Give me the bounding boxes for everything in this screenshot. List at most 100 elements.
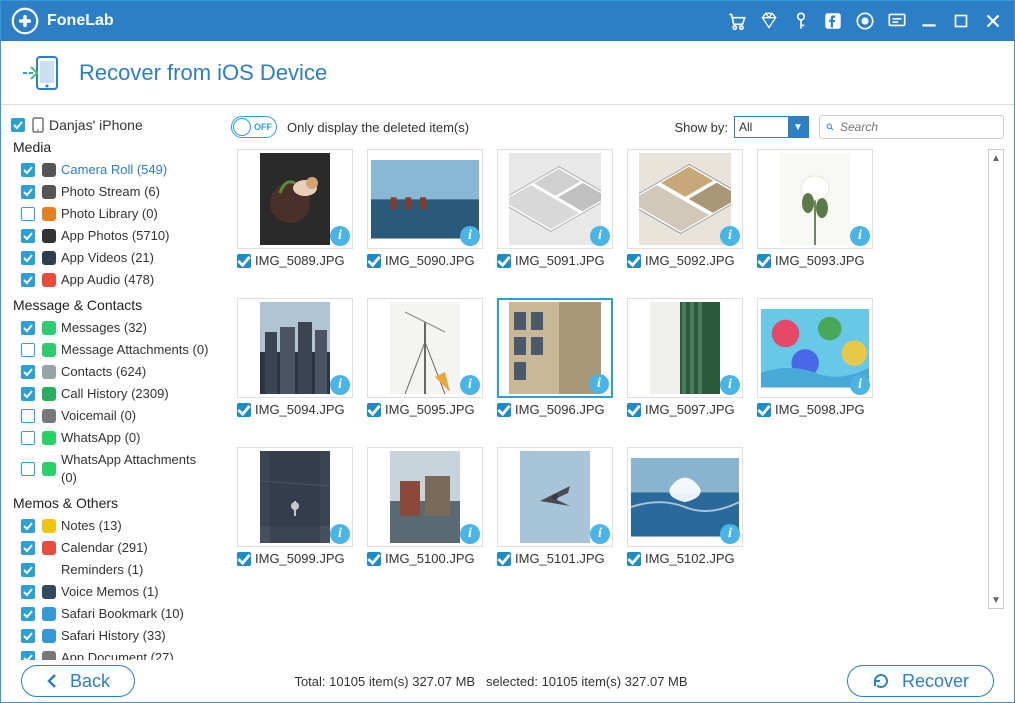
thumbnail-image[interactable]: i xyxy=(237,447,353,547)
category-checkbox[interactable] xyxy=(21,607,35,621)
category-checkbox[interactable] xyxy=(21,431,35,445)
thumb-checkbox[interactable] xyxy=(497,254,511,268)
info-icon[interactable]: i xyxy=(460,524,480,544)
category-checkbox[interactable] xyxy=(21,365,35,379)
thumb-checkbox[interactable] xyxy=(627,254,641,268)
category-item[interactable]: Call History (2309) xyxy=(11,383,211,405)
thumbnail-image[interactable]: i xyxy=(627,149,743,249)
category-checkbox[interactable] xyxy=(21,462,35,476)
category-item[interactable]: Photo Stream (6) xyxy=(11,181,211,203)
thumbnail-item[interactable]: iIMG_5096.JPG xyxy=(497,298,625,417)
thumbnail-image[interactable]: i xyxy=(627,298,743,398)
category-item[interactable]: Voicemail (0) xyxy=(11,405,211,427)
show-by-select[interactable]: All ▼ xyxy=(734,116,809,138)
category-checkbox[interactable] xyxy=(21,563,35,577)
scrollbar[interactable]: ▲ ▼ xyxy=(988,149,1004,609)
cart-icon[interactable] xyxy=(726,10,748,32)
info-icon[interactable]: i xyxy=(589,374,609,394)
category-checkbox[interactable] xyxy=(21,163,35,177)
info-icon[interactable]: i xyxy=(850,226,870,246)
category-item[interactable]: App Videos (21) xyxy=(11,247,211,269)
info-icon[interactable]: i xyxy=(590,524,610,544)
scroll-up-icon[interactable]: ▲ xyxy=(989,150,1003,166)
thumb-checkbox[interactable] xyxy=(237,403,251,417)
category-item[interactable]: Calendar (291) xyxy=(11,537,211,559)
thumb-checkbox[interactable] xyxy=(367,552,381,566)
thumbnail-item[interactable]: iIMG_5095.JPG xyxy=(367,298,495,417)
category-item[interactable]: Reminders (1) xyxy=(11,559,211,581)
thumb-checkbox[interactable] xyxy=(497,403,511,417)
category-checkbox[interactable] xyxy=(21,629,35,643)
info-icon[interactable]: i xyxy=(330,375,350,395)
category-checkbox[interactable] xyxy=(21,387,35,401)
search-input[interactable] xyxy=(840,120,997,134)
info-icon[interactable]: i xyxy=(720,375,740,395)
minimize-icon[interactable] xyxy=(918,10,940,32)
thumb-checkbox[interactable] xyxy=(367,254,381,268)
category-checkbox[interactable] xyxy=(21,343,35,357)
thumb-checkbox[interactable] xyxy=(497,552,511,566)
category-item[interactable]: Notes (13) xyxy=(11,515,211,537)
thumb-checkbox[interactable] xyxy=(757,254,771,268)
thumbnail-item[interactable]: iIMG_5092.JPG xyxy=(627,149,755,268)
scroll-down-icon[interactable]: ▼ xyxy=(989,592,1003,608)
category-item[interactable]: Voice Memos (1) xyxy=(11,581,211,603)
recover-button[interactable]: Recover xyxy=(847,665,994,697)
thumbnail-item[interactable]: iIMG_5089.JPG xyxy=(237,149,365,268)
thumbnail-item[interactable]: iIMG_5097.JPG xyxy=(627,298,755,417)
search-box[interactable] xyxy=(819,115,1004,139)
diamond-icon[interactable] xyxy=(758,10,780,32)
thumbnail-image[interactable]: i xyxy=(367,149,483,249)
thumb-checkbox[interactable] xyxy=(627,552,641,566)
info-icon[interactable]: i xyxy=(460,226,480,246)
thumbnail-image[interactable]: i xyxy=(497,298,613,398)
feedback-icon[interactable] xyxy=(886,10,908,32)
deleted-toggle[interactable]: OFF xyxy=(231,116,277,138)
category-item[interactable]: Contacts (624) xyxy=(11,361,211,383)
thumb-checkbox[interactable] xyxy=(627,403,641,417)
device-row[interactable]: Danjas' iPhone xyxy=(11,117,211,133)
category-item[interactable]: WhatsApp (0) xyxy=(11,427,211,449)
close-icon[interactable] xyxy=(982,10,1004,32)
category-item[interactable]: App Audio (478) xyxy=(11,269,211,291)
info-icon[interactable]: i xyxy=(330,226,350,246)
category-item[interactable]: Message Attachments (0) xyxy=(11,339,211,361)
category-checkbox[interactable] xyxy=(21,229,35,243)
category-checkbox[interactable] xyxy=(21,519,35,533)
category-checkbox[interactable] xyxy=(21,409,35,423)
maximize-icon[interactable] xyxy=(950,10,972,32)
thumbnail-item[interactable]: iIMG_5099.JPG xyxy=(237,447,365,566)
category-checkbox[interactable] xyxy=(21,273,35,287)
category-checkbox[interactable] xyxy=(21,321,35,335)
thumbnail-image[interactable]: i xyxy=(367,298,483,398)
thumbnail-item[interactable]: iIMG_5100.JPG xyxy=(367,447,495,566)
thumbnail-item[interactable]: iIMG_5091.JPG xyxy=(497,149,625,268)
category-item[interactable]: App Photos (5710) xyxy=(11,225,211,247)
thumb-checkbox[interactable] xyxy=(367,403,381,417)
thumb-checkbox[interactable] xyxy=(237,552,251,566)
category-item[interactable]: Photo Library (0) xyxy=(11,203,211,225)
info-icon[interactable]: i xyxy=(460,375,480,395)
thumbnail-image[interactable]: i xyxy=(237,149,353,249)
category-checkbox[interactable] xyxy=(21,651,35,660)
category-checkbox[interactable] xyxy=(21,251,35,265)
key-icon[interactable] xyxy=(790,10,812,32)
facebook-icon[interactable] xyxy=(822,10,844,32)
info-icon[interactable]: i xyxy=(590,226,610,246)
category-checkbox[interactable] xyxy=(21,585,35,599)
thumbnail-item[interactable]: iIMG_5101.JPG xyxy=(497,447,625,566)
category-item[interactable]: WhatsApp Attachments (0) xyxy=(11,449,211,489)
thumbnail-image[interactable]: i xyxy=(627,447,743,547)
category-checkbox[interactable] xyxy=(21,207,35,221)
back-button[interactable]: Back xyxy=(21,665,135,697)
thumbnail-item[interactable]: iIMG_5094.JPG xyxy=(237,298,365,417)
device-checkbox[interactable] xyxy=(11,118,25,132)
info-icon[interactable]: i xyxy=(850,375,870,395)
thumb-checkbox[interactable] xyxy=(237,254,251,268)
category-item[interactable]: Camera Roll (549) xyxy=(11,159,211,181)
category-item[interactable]: Safari History (33) xyxy=(11,625,211,647)
category-item[interactable]: Safari Bookmark (10) xyxy=(11,603,211,625)
category-item[interactable]: App Document (27) xyxy=(11,647,211,660)
thumbnail-image[interactable]: i xyxy=(237,298,353,398)
thumbnail-item[interactable]: iIMG_5090.JPG xyxy=(367,149,495,268)
